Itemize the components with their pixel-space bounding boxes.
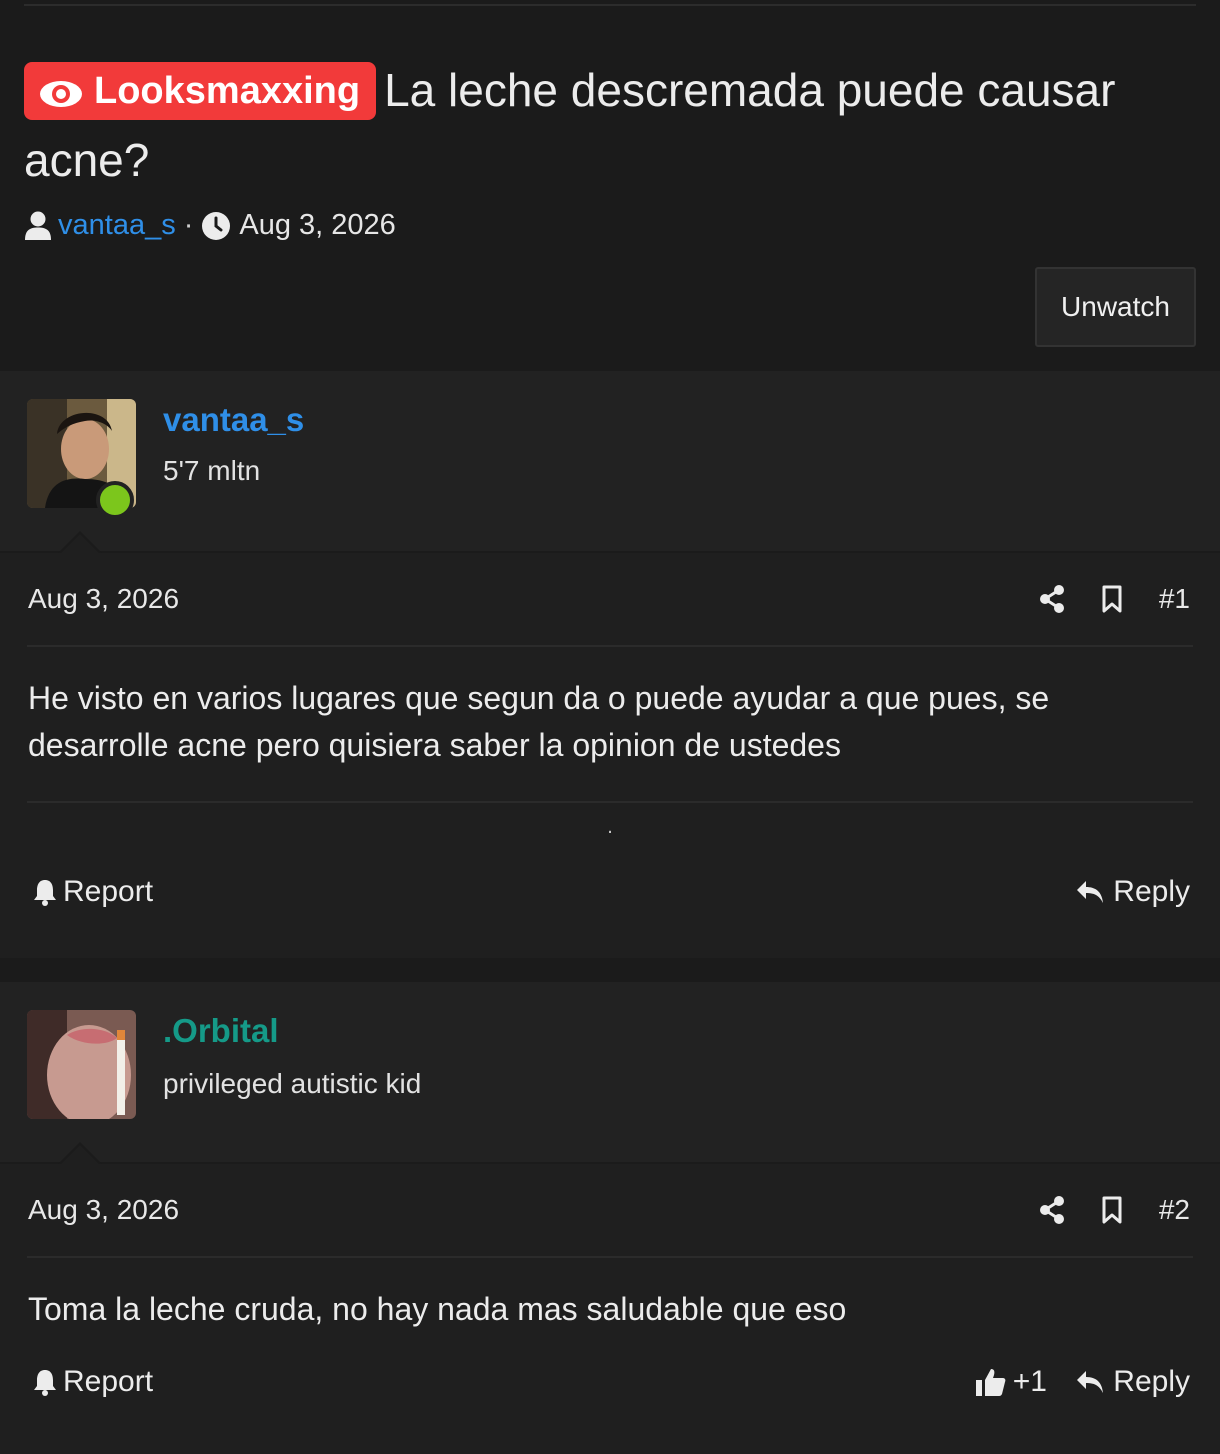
post-footer: Report +1 Reply bbox=[27, 1355, 1193, 1425]
thread-title: Looksmaxxing La leche descremada puede c… bbox=[24, 55, 1196, 195]
signature-divider bbox=[27, 801, 1193, 803]
reply-label: Reply bbox=[1113, 875, 1190, 908]
post-meta-row: Aug 3, 2026 #2 bbox=[27, 1164, 1193, 1258]
post-body: Aug 3, 2026 #1 He visto en varios lugare… bbox=[0, 553, 1220, 958]
report-button[interactable]: Report bbox=[33, 1365, 153, 1399]
post-actions: #2 bbox=[1039, 1194, 1190, 1226]
reply-button[interactable]: Reply bbox=[1075, 1365, 1190, 1399]
share-icon[interactable] bbox=[1039, 585, 1065, 613]
post-2: .Orbital privileged autistic kid Aug 3, … bbox=[0, 982, 1220, 1454]
avatar[interactable] bbox=[27, 1010, 136, 1119]
post-username[interactable]: .Orbital bbox=[163, 1012, 279, 1050]
thread-date[interactable]: Aug 3, 2026 bbox=[239, 209, 395, 242]
reaction-count: +1 bbox=[1012, 1365, 1047, 1398]
post-message: He visto en varios lugares que segun da … bbox=[28, 680, 1050, 763]
thread-prefix-badge[interactable]: Looksmaxxing bbox=[24, 61, 377, 120]
reply-label: Reply bbox=[1113, 1365, 1190, 1398]
user-arrow bbox=[58, 1142, 102, 1165]
reply-icon bbox=[1077, 1371, 1104, 1393]
bookmark-icon[interactable] bbox=[1101, 1196, 1123, 1224]
user-title: privileged autistic kid bbox=[163, 1068, 422, 1099]
reply-icon bbox=[1077, 881, 1104, 903]
clock-icon bbox=[202, 211, 231, 240]
user-arrow bbox=[58, 531, 102, 554]
post-date[interactable]: Aug 3, 2026 bbox=[28, 1194, 179, 1226]
post-body: Aug 3, 2026 #2 Toma la leche cruda, no h… bbox=[0, 1164, 1220, 1454]
thread-author-link[interactable]: vantaa_s bbox=[58, 209, 176, 242]
eye-icon bbox=[40, 80, 82, 107]
post-message: Toma la leche cruda, no hay nada mas sal… bbox=[28, 1291, 847, 1327]
post-number[interactable]: #2 bbox=[1159, 1194, 1190, 1226]
signature: . bbox=[607, 816, 613, 838]
thread-page: Looksmaxxing La leche descremada puede c… bbox=[0, 0, 1220, 1454]
post-footer: Report Reply bbox=[27, 865, 1193, 935]
post-date[interactable]: Aug 3, 2026 bbox=[28, 583, 179, 615]
share-icon[interactable] bbox=[1039, 1196, 1065, 1224]
user-title: 5'7 mltn bbox=[163, 455, 261, 486]
report-label: Report bbox=[63, 875, 154, 908]
post-user-block: vantaa_s 5'7 mltn bbox=[0, 371, 1220, 554]
thread-meta: vantaa_s · Aug 3, 2026 bbox=[24, 209, 1196, 242]
report-label: Report bbox=[63, 1365, 154, 1398]
report-button[interactable]: Report bbox=[33, 875, 153, 909]
online-indicator bbox=[96, 481, 134, 519]
post-username[interactable]: vantaa_s bbox=[163, 401, 304, 439]
meta-separator: · bbox=[183, 209, 194, 241]
post-user-block: .Orbital privileged autistic kid bbox=[0, 982, 1220, 1165]
post-actions: #1 bbox=[1039, 583, 1190, 615]
reply-button[interactable]: Reply bbox=[1075, 875, 1190, 909]
divider bbox=[24, 4, 1196, 6]
user-icon bbox=[25, 211, 51, 240]
thumbs-up-icon bbox=[975, 1369, 1006, 1396]
thread-header: Looksmaxxing La leche descremada puede c… bbox=[24, 55, 1196, 242]
bookmark-icon[interactable] bbox=[1101, 585, 1123, 613]
reaction-button[interactable]: +1 bbox=[975, 1365, 1047, 1399]
post-meta-row: Aug 3, 2026 #1 bbox=[27, 553, 1193, 647]
unwatch-button[interactable]: Unwatch bbox=[1035, 267, 1196, 347]
post-1: vantaa_s 5'7 mltn Aug 3, 2026 #1 He vist… bbox=[0, 371, 1220, 958]
bell-icon bbox=[34, 1370, 56, 1396]
thread-prefix-label: Looksmaxxing bbox=[94, 69, 361, 112]
post-number[interactable]: #1 bbox=[1159, 583, 1190, 615]
bell-icon bbox=[34, 880, 56, 906]
